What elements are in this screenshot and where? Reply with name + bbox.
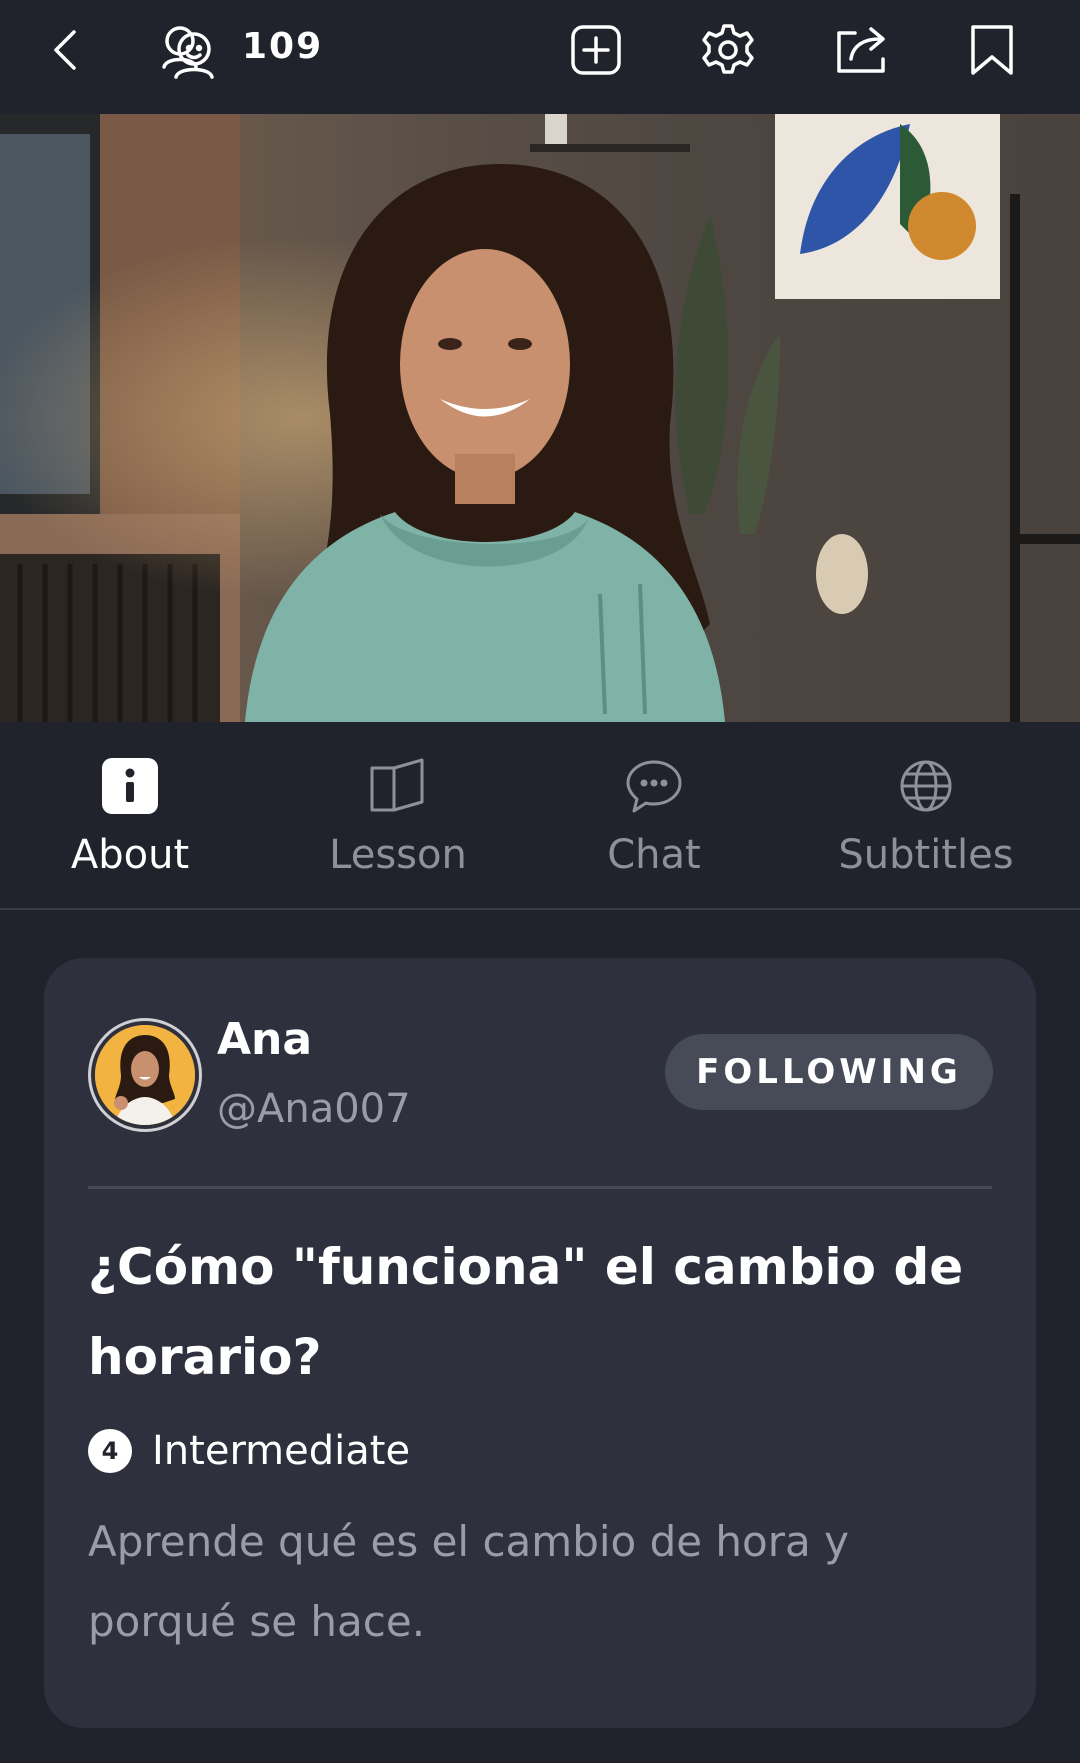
viewer-count: 109 <box>242 26 324 67</box>
people-icon <box>162 26 214 79</box>
divider <box>88 1186 992 1189</box>
tab-chat-label: Chat <box>607 832 701 878</box>
book-icon <box>368 754 428 818</box>
tab-subtitles[interactable]: Subtitles <box>826 722 1026 908</box>
avatar[interactable] <box>88 1018 202 1132</box>
info-icon <box>102 754 158 818</box>
tab-lesson-label: Lesson <box>329 832 467 878</box>
share-button[interactable] <box>830 20 894 80</box>
gear-icon <box>702 24 754 74</box>
chat-bubble-icon <box>625 754 683 818</box>
level-number-badge: 4 <box>88 1429 132 1473</box>
bookmark-button[interactable] <box>962 20 1022 80</box>
following-button[interactable]: FOLLOWING <box>665 1034 993 1110</box>
share-icon <box>837 27 885 73</box>
avatar-image <box>95 1025 195 1125</box>
video-player[interactable] <box>0 114 1080 722</box>
level-label: Intermediate <box>152 1428 411 1474</box>
bookmark-icon <box>971 25 1013 75</box>
back-button[interactable] <box>36 20 96 80</box>
tab-about[interactable]: About <box>50 722 210 908</box>
chevron-left-icon <box>54 30 76 70</box>
top-bar: 109 <box>0 0 1080 114</box>
about-card: Ana @Ana007 FOLLOWING ¿Cómo "funciona" e… <box>44 958 1036 1728</box>
lesson-description: Aprende qué es el cambio de hora y porqu… <box>88 1517 849 1646</box>
settings-button[interactable] <box>698 20 758 80</box>
author-handle: @Ana007 <box>217 1086 411 1132</box>
video-frame-image <box>0 114 1080 722</box>
author-name[interactable]: Ana <box>217 1014 312 1065</box>
tab-about-label: About <box>70 832 190 878</box>
add-button[interactable] <box>566 20 626 80</box>
globe-icon <box>898 754 954 818</box>
lesson-title: ¿Cómo "funciona" el cambio de horario? <box>88 1238 964 1386</box>
tab-chat[interactable]: Chat <box>574 722 734 908</box>
viewers-icon[interactable] <box>156 20 220 80</box>
plus-square-icon <box>571 25 621 75</box>
tab-lesson[interactable]: Lesson <box>318 722 478 908</box>
tab-subtitles-label: Subtitles <box>838 832 1014 878</box>
tab-bar: About Lesson Chat Subtitles <box>0 722 1080 910</box>
level-indicator: 4 Intermediate <box>88 1428 410 1474</box>
